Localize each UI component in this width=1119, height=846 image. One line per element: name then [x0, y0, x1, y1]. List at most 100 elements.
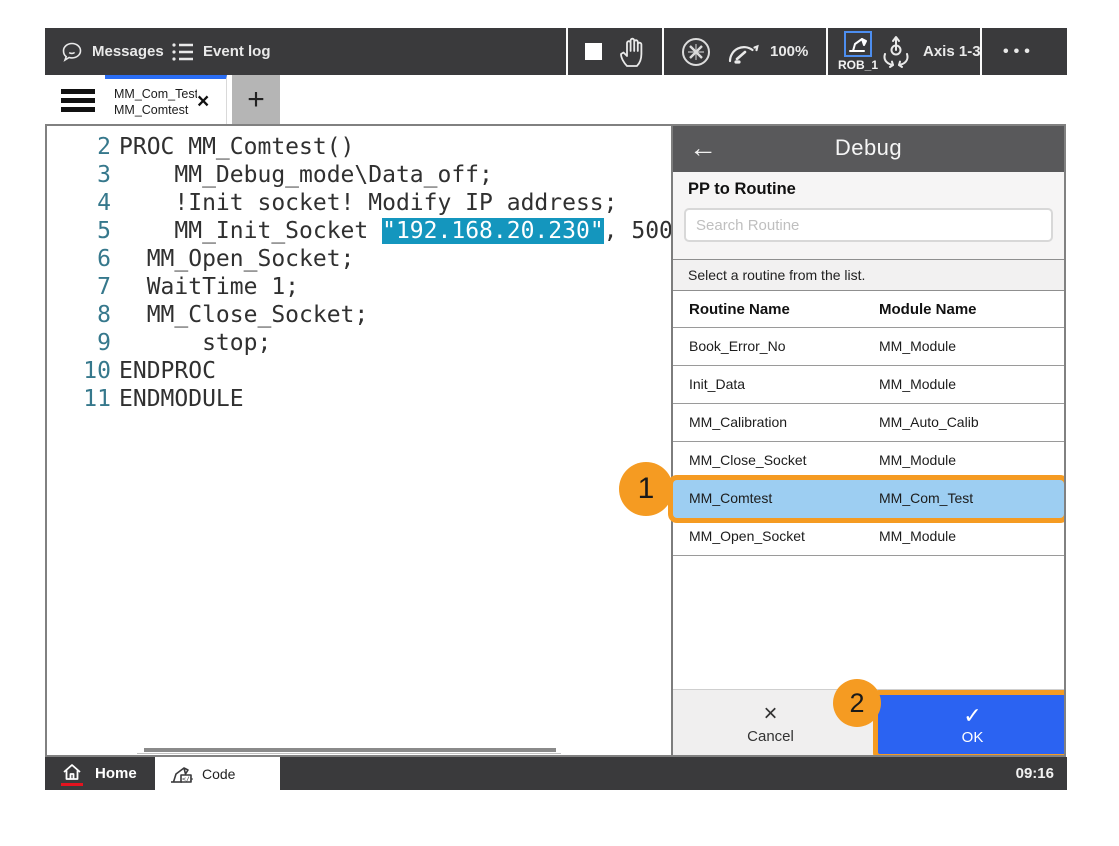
mechanical-unit-label: ROB_1 [838, 58, 878, 72]
ok-label: OK [878, 729, 1066, 747]
annotation-step-1: 1 [619, 462, 673, 516]
module-tab-labels: MM_Com_Test MM_Comtest [105, 86, 197, 118]
hscrollbar-thumb[interactable] [144, 748, 556, 752]
axis-rotate-icon [877, 34, 915, 70]
app-window: Messages Event log [45, 28, 1067, 790]
plus-icon: + [247, 83, 265, 117]
motors-state-button[interactable] [679, 28, 713, 75]
cancel-button[interactable]: × Cancel [693, 696, 848, 752]
module-tab-active[interactable]: MM_Com_Test MM_Comtest × [105, 75, 227, 124]
line-number: 6 [47, 245, 111, 273]
line-number: 2 [47, 133, 111, 161]
routine-name-cell: MM_Comtest [689, 480, 772, 517]
routine-table-header: Routine Name Module Name [673, 291, 1064, 328]
pp-to-routine-title: PP to Routine [688, 180, 796, 199]
speed-gauge-icon [724, 37, 762, 67]
module-tab-line1: MM_Com_Test [114, 86, 197, 102]
messages-icon [60, 40, 84, 64]
code-robot-icon: </> [169, 763, 193, 785]
hamburger-bar [61, 107, 95, 112]
code-tab-label: Code [202, 766, 235, 782]
ok-check-icon: ✓ [878, 703, 1066, 729]
module-name-cell: MM_Module [879, 442, 956, 479]
module-name-cell: MM_Module [879, 366, 956, 403]
toolbar-divider [826, 28, 828, 75]
line-number: 9 [47, 329, 111, 357]
speed-value: 100% [770, 43, 808, 60]
routine-name-header: Routine Name [689, 291, 790, 328]
flexpendant-screen: Messages Event log [0, 0, 1119, 846]
routine-name-cell: MM_Calibration [689, 404, 787, 441]
home-active-underline [61, 783, 83, 786]
module-name-cell: MM_Auto_Calib [879, 404, 979, 441]
line-number: 8 [47, 301, 111, 329]
routine-name-cell: MM_Close_Socket [689, 442, 807, 479]
annotation-step-2: 2 [833, 679, 881, 727]
line-text: ENDPROC [119, 357, 216, 385]
line-number: 5 [47, 217, 111, 245]
pp-to-routine-section: PP to Routine [673, 172, 1064, 259]
mechanical-unit-button[interactable]: ROB_1 [838, 31, 878, 72]
code-tab-active[interactable]: </> Code [155, 757, 280, 790]
routine-name-cell: Book_Error_No [689, 328, 786, 365]
event-log-label: Event log [203, 43, 271, 60]
jog-hand-button[interactable] [617, 28, 653, 75]
module-tab-line2: MM_Comtest [114, 102, 197, 118]
hamburger-bar [61, 98, 95, 103]
routine-row-selected[interactable]: MM_Comtest MM_Com_Test [673, 480, 1064, 518]
routine-name-cell: MM_Open_Socket [689, 518, 805, 555]
line-number: 3 [47, 161, 111, 189]
line-text: MM_Debug_mode\Data_off; [119, 161, 493, 189]
motors-off-icon [679, 35, 713, 69]
more-options-button[interactable]: ••• [1003, 28, 1035, 75]
hand-icon [617, 35, 653, 69]
line-number: 10 [47, 357, 111, 385]
selected-code-token[interactable]: "192.168.20.230" [382, 218, 604, 244]
axis-mode-label: Axis 1-3 [923, 43, 981, 60]
module-name-cell: MM_Com_Test [879, 480, 973, 517]
home-tab[interactable]: Home [61, 757, 137, 790]
debug-panel-header: ← Debug [673, 126, 1064, 172]
toolbar-divider [566, 28, 568, 75]
routine-rows: Book_Error_NoMM_ModuleInit_DataMM_Module… [673, 328, 1064, 556]
line-text: MM_Close_Socket; [119, 301, 368, 329]
svg-text:</>: </> [182, 775, 193, 783]
axis-mode-button[interactable]: Axis 1-3 [877, 28, 981, 75]
line-text: stop; [119, 329, 271, 357]
module-name-cell: MM_Module [879, 518, 956, 555]
stop-button[interactable] [585, 28, 602, 75]
line-text: PROC MM_Comtest() [119, 133, 354, 161]
line-text: !Init socket! Modify IP address; [119, 189, 618, 217]
routine-row[interactable]: Init_Data MM_Module [673, 366, 1064, 404]
line-text: MM_Init_Socket "192.168.20.230", 500 [119, 217, 673, 245]
line-text: MM_Open_Socket; [119, 245, 354, 273]
debug-panel: ← Debug PP to Routine Select a routine f… [671, 126, 1064, 755]
robot-icon [844, 31, 872, 57]
clock: 09:16 [1016, 757, 1054, 790]
messages-button[interactable]: Messages [60, 28, 164, 75]
home-icon [61, 761, 83, 787]
editor-tab-bar: MM_Com_Test MM_Comtest × + [45, 75, 1067, 124]
routine-row[interactable]: MM_Calibration MM_Auto_Calib [673, 404, 1064, 442]
new-tab-button[interactable]: + [232, 75, 280, 124]
ok-button[interactable]: ✓ OK [878, 695, 1066, 754]
routine-row[interactable]: MM_Close_Socket MM_Module [673, 442, 1064, 480]
routine-row[interactable]: Book_Error_NoMM_Module [673, 328, 1064, 366]
line-text: ENDMODULE [119, 385, 244, 413]
routine-name-cell: Init_Data [689, 366, 745, 403]
tab-close-icon[interactable]: × [197, 92, 209, 112]
speed-indicator[interactable]: 100% [724, 28, 808, 75]
routine-list-hint: Select a routine from the list. [673, 259, 1064, 291]
messages-label: Messages [92, 43, 164, 60]
line-number: 7 [47, 273, 111, 301]
routine-search-input[interactable] [684, 208, 1053, 242]
routine-row[interactable]: MM_Open_Socket MM_Module [673, 518, 1064, 556]
debug-panel-title: Debug [673, 135, 1064, 161]
stop-icon [585, 43, 602, 60]
line-number: 11 [47, 385, 111, 413]
event-log-icon [171, 41, 195, 63]
event-log-button[interactable]: Event log [171, 28, 271, 75]
hamburger-bar [61, 89, 95, 94]
top-status-bar: Messages Event log [45, 28, 1067, 75]
menu-hamburger-button[interactable] [61, 89, 95, 112]
